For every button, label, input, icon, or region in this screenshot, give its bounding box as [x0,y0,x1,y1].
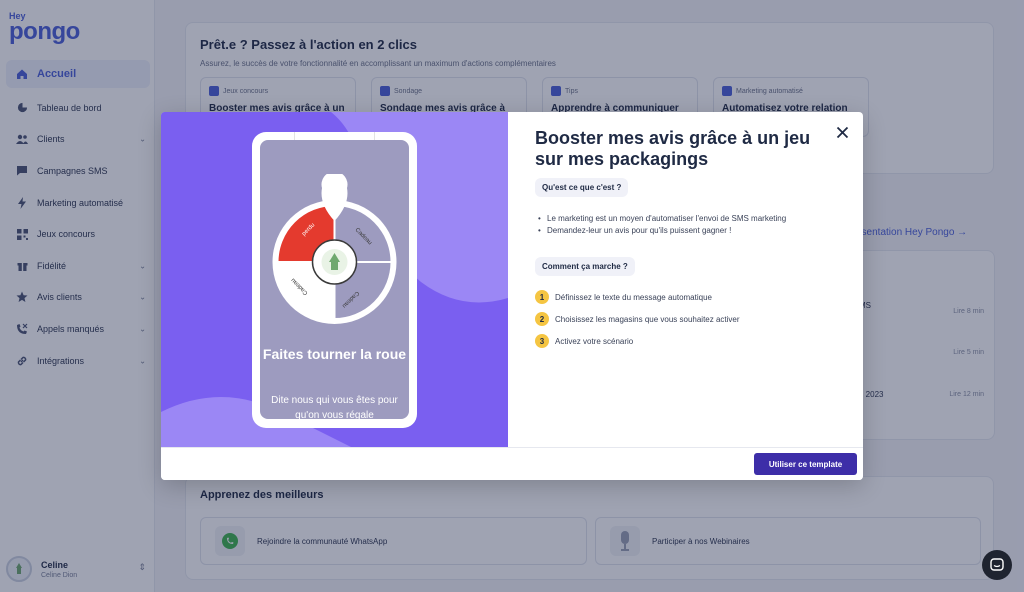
modal-title: Booster mes avis grâce à un jeu sur mes … [535,128,811,169]
phone-subtitle: Dite nous qui vous êtes pour qu'on vous … [271,395,398,419]
how-it-works-label: Comment ça marche ? [535,257,635,276]
prize-wheel: perdu Cadeau Cadeau Cadeau [272,174,397,324]
step-text: Activez votre scénario [555,336,634,346]
modal-footer: Utiliser ce template [161,447,863,480]
step-text: Définissez le texte du message automatiq… [555,292,712,302]
description-item: Le marketing est un moyen d'automatiser … [538,213,786,225]
step-number: 1 [535,290,549,304]
phone-title: Faites tourner la roue [262,346,407,362]
description-list: Le marketing est un moyen d'automatiser … [538,213,786,237]
modal-content: Booster mes avis grâce à un jeu sur mes … [535,128,835,170]
template-preview: perdu Cadeau Cadeau Cadeau Faites tourne… [161,112,508,447]
what-is-it-label: Qu'est ce que c'est ? [535,178,629,197]
step-item: 1 Définissez le texte du message automati… [535,290,740,304]
steps-list: 1 Définissez le texte du message automati… [535,290,740,356]
step-number: 3 [535,334,549,348]
step-number: 2 [535,312,549,326]
description-item: Demandez-leur un avis pour qu'ils puisse… [538,225,786,237]
template-modal: perdu Cadeau Cadeau Cadeau Faites tourne… [161,112,863,480]
chat-support-button[interactable] [982,550,1012,580]
close-icon [836,126,849,139]
step-text: Choisissez les magasins que vous souhait… [555,314,740,324]
phone-mockup: perdu Cadeau Cadeau Cadeau Faites tourne… [252,132,417,428]
chat-icon [990,558,1004,571]
close-button[interactable] [836,126,850,140]
step-item: 3 Activez votre scénario [535,334,740,348]
step-item: 2 Choisissez les magasins que vous souhai… [535,312,740,326]
phone-screen: perdu Cadeau Cadeau Cadeau Faites tourne… [260,140,409,419]
use-template-button[interactable]: Utiliser ce template [754,453,857,475]
